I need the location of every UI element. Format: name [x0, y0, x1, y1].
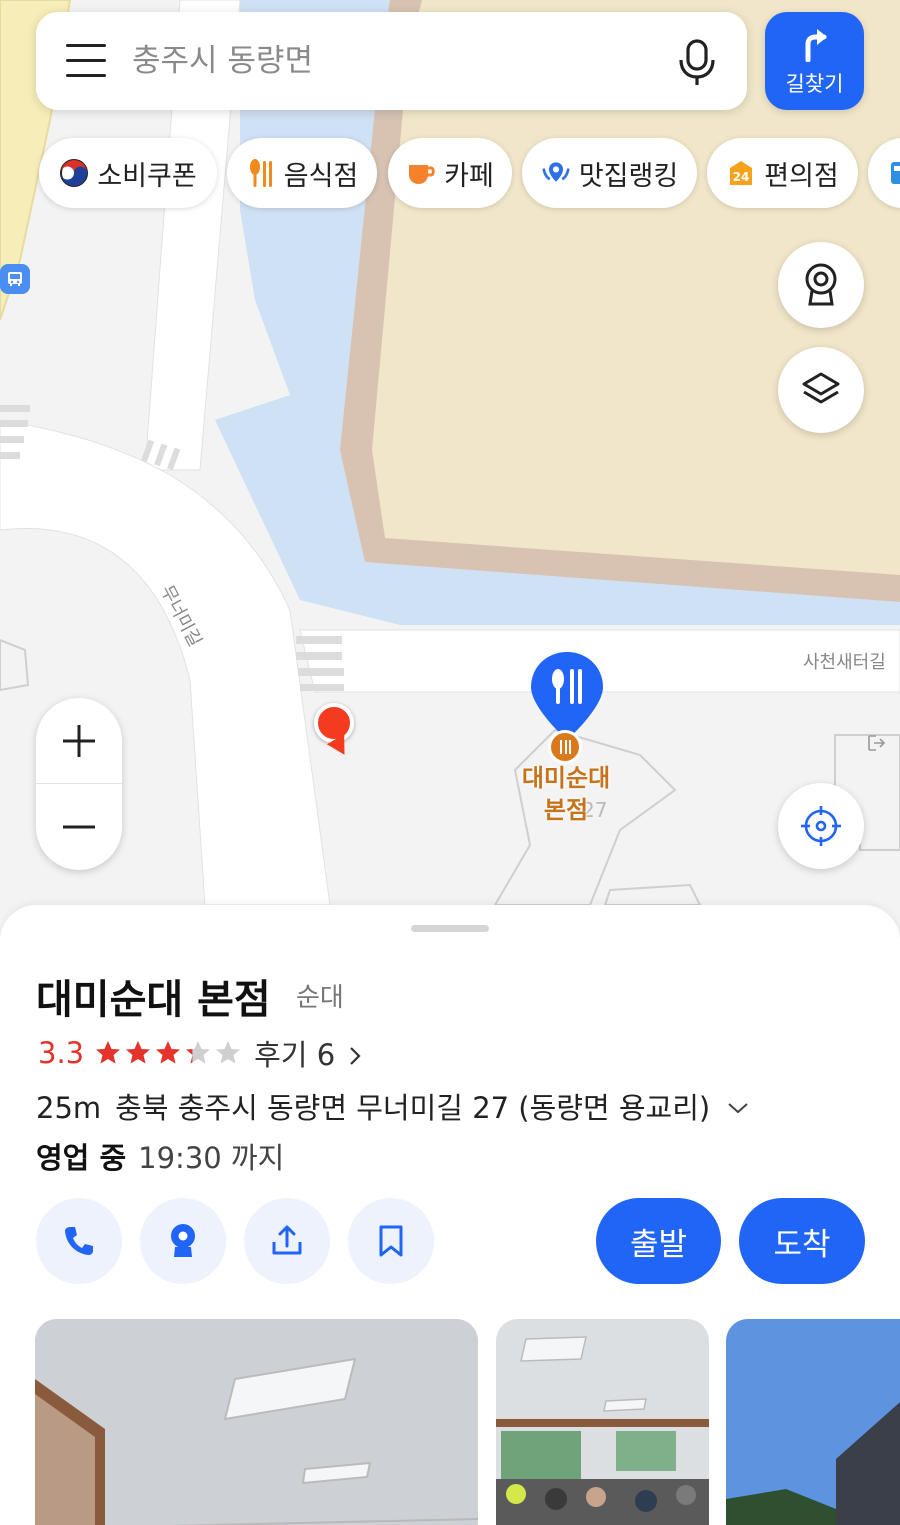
place-photo-3[interactable] [726, 1319, 900, 1525]
crosshair-icon [801, 806, 841, 846]
hours-row[interactable]: 영업 중 19:30 까지 [36, 1135, 284, 1177]
map-place-label-line1: 대미순대 [521, 764, 611, 792]
photo-ceiling-image [35, 1319, 478, 1525]
convenience-24-text: 24 [733, 170, 750, 184]
share-icon [272, 1225, 302, 1255]
reviews-link[interactable]: 후기 6 [254, 1032, 362, 1074]
closing-time: 19:30 까지 [138, 1141, 285, 1175]
call-button[interactable] [36, 1198, 122, 1284]
entrance-icon [866, 734, 886, 757]
chip-consumer-coupon[interactable]: 소비쿠폰 [39, 138, 217, 208]
photo-dining-room-image [496, 1319, 709, 1525]
street-view-action-button[interactable] [140, 1198, 226, 1284]
reviews-label: 후기 6 [254, 1038, 336, 1072]
convenience-24-icon: 24 [726, 158, 756, 188]
cafe-cup-icon [406, 158, 436, 188]
directions-button[interactable]: 길찾기 [765, 12, 864, 110]
star-icon [156, 1041, 181, 1064]
zoom-out-button[interactable] [36, 784, 122, 870]
address: 충북 충주시 동량면 무너미길 27 (동량면 용교리) [115, 1091, 711, 1125]
depart-button[interactable]: 출발 [596, 1198, 721, 1284]
place-photo-2[interactable] [496, 1319, 709, 1525]
chip-label: 편의점 [764, 160, 839, 192]
rating-row: 3.3 후기 6 [38, 1032, 362, 1074]
distance: 25m [36, 1091, 102, 1125]
chip-label: 소비쿠폰 [97, 160, 197, 192]
arrive-button[interactable]: 도착 [739, 1198, 865, 1284]
restaurant-icon [246, 158, 276, 188]
chip-label: 음식점 [283, 160, 359, 192]
microphone-icon[interactable] [676, 38, 718, 88]
chevron-down-icon [728, 1103, 749, 1114]
chip-restaurant[interactable]: 음식점 [227, 138, 377, 208]
korea-flag-icon [59, 158, 89, 188]
more-category-icon [886, 158, 900, 188]
street-view-icon [171, 1224, 195, 1257]
place-title: 대미순대 본점 [36, 977, 271, 1023]
map-view[interactable]: 무너미길 사천새터길 27 길찾기 소비쿠폰 [0, 0, 900, 960]
phone-icon [65, 1227, 93, 1255]
category-chips: 소비쿠폰 음식점 카페 맛집랭킹 24 편의점 [0, 138, 900, 210]
bookmark-icon [379, 1225, 403, 1257]
chip-restaurant-ranking[interactable]: 맛집랭킹 [522, 138, 697, 208]
map-place-label[interactable]: 대미순대 본점 [510, 762, 622, 826]
sheet-drag-handle[interactable] [411, 925, 489, 932]
map-place-label-line2: 본점 [543, 796, 589, 824]
place-photo-1[interactable] [35, 1319, 478, 1525]
star-icon [126, 1041, 151, 1064]
chip-label: 카페 [444, 160, 494, 192]
share-button[interactable] [244, 1198, 330, 1284]
zoom-in-button[interactable] [36, 698, 122, 784]
chevron-right-icon [350, 1047, 361, 1065]
open-status: 영업 중 [36, 1141, 127, 1175]
road-label-horizontal: 사천새터길 [803, 652, 886, 673]
turn-right-arrow-icon [805, 29, 827, 62]
street-view-icon [805, 263, 837, 306]
chip-label: 맛집랭킹 [578, 160, 679, 192]
directions-label: 길찾기 [785, 72, 844, 96]
restaurant-marker-icon [548, 730, 582, 764]
address-row[interactable]: 25m 충북 충주시 동량면 무너미길 27 (동량면 용교리) [36, 1085, 749, 1127]
ranking-pin-icon [541, 158, 571, 188]
street-view-button[interactable] [778, 242, 864, 328]
rating-stars [94, 1039, 242, 1067]
my-location-button[interactable] [778, 783, 864, 869]
star-icon [96, 1041, 121, 1064]
menu-icon[interactable] [66, 42, 106, 78]
minus-icon [63, 825, 95, 829]
bus-stop-icon[interactable] [0, 264, 30, 294]
rating-value: 3.3 [38, 1036, 85, 1070]
chip-more-category[interactable] [868, 138, 900, 208]
chip-cafe[interactable]: 카페 [388, 138, 512, 208]
star-icon [216, 1041, 241, 1064]
map-layers-button[interactable] [778, 347, 864, 433]
chip-convenience-store[interactable]: 24 편의점 [707, 138, 858, 208]
star-icon [186, 1041, 211, 1064]
zoom-control [36, 698, 122, 870]
place-category: 순대 [296, 983, 344, 1013]
layers-icon [802, 372, 840, 404]
search-input[interactable] [132, 38, 652, 84]
search-bar [36, 12, 747, 110]
selected-place-pin[interactable] [528, 650, 606, 742]
photo-exterior-image [726, 1319, 900, 1525]
current-location-marker [314, 703, 354, 743]
plus-icon [63, 725, 95, 757]
place-bottom-sheet[interactable]: 대미순대 본점 순대 3.3 후기 6 25m 충북 충주시 동량면 무너미길 2… [0, 905, 900, 1525]
save-bookmark-button[interactable] [348, 1198, 434, 1284]
